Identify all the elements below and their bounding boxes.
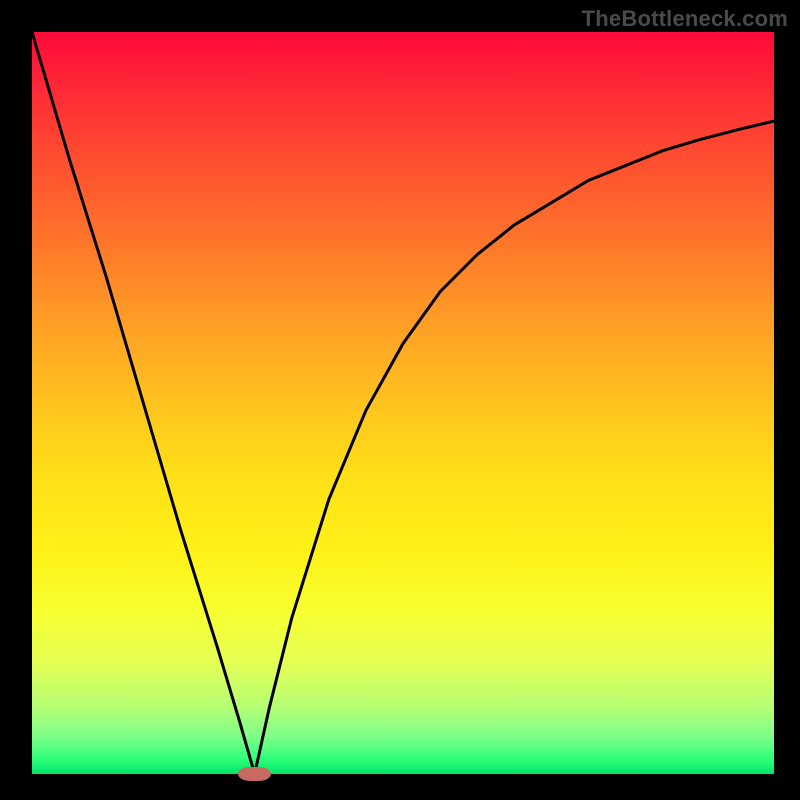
series-right-branch: [255, 121, 774, 774]
chart-curve: [32, 32, 774, 774]
outer-frame: TheBottleneck.com: [0, 0, 800, 800]
attribution-text: TheBottleneck.com: [582, 6, 788, 32]
minimum-marker: [238, 767, 271, 782]
series-left-branch: [32, 32, 255, 774]
plot-area: [32, 32, 774, 774]
